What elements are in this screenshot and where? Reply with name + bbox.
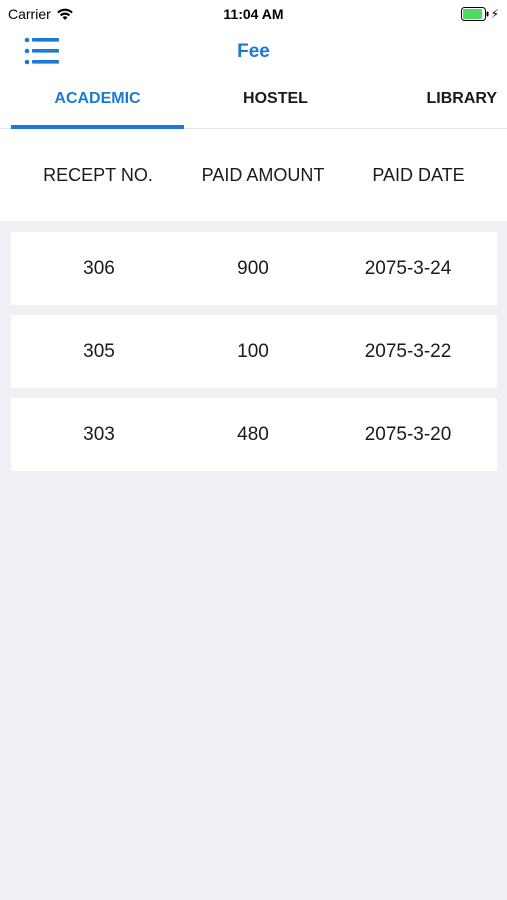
paid-date: 2075-3-22	[364, 340, 452, 362]
table-header: RECEPT NO. PAID AMOUNT PAID DATE	[0, 129, 507, 221]
paid-date: 2075-3-20	[364, 423, 452, 445]
header-receipt-no: RECEPT NO.	[43, 164, 153, 185]
paid-amount: 100	[237, 340, 269, 362]
paid-amount: 900	[237, 257, 269, 279]
status-time: 11:04 AM	[223, 6, 284, 22]
active-tab-indicator	[11, 125, 184, 129]
paid-date: 2075-3-24	[364, 257, 452, 279]
battery-indicator: ⚡	[460, 7, 499, 21]
table-row[interactable]: 306 900 2075-3-24	[11, 232, 497, 305]
battery-charging-icon	[460, 7, 489, 21]
receipt-number: 303	[83, 423, 115, 445]
charging-bolt-icon: ⚡	[490, 7, 499, 21]
receipt-number: 305	[83, 340, 115, 362]
nav-bar: Fee	[0, 30, 507, 72]
tab-bar: ACADEMIC HOSTEL LIBRARY	[0, 72, 507, 129]
menu-list-icon[interactable]	[24, 36, 60, 66]
receipt-number: 306	[83, 257, 115, 279]
tab-library[interactable]: LIBRARY	[367, 72, 507, 126]
header-paid-amount: PAID AMOUNT	[201, 164, 325, 185]
page-title: Fee	[237, 41, 270, 62]
paid-amount: 480	[237, 423, 269, 445]
header-area: Carrier 11:04 AM ⚡ Fee ACADEMIC HOSTEL L…	[0, 0, 507, 221]
fee-list: 306 900 2075-3-24 305 100 2075-3-22 303 …	[0, 221, 507, 471]
table-row[interactable]: 305 100 2075-3-22	[11, 315, 497, 388]
status-bar: Carrier 11:04 AM ⚡	[0, 0, 507, 30]
table-row[interactable]: 303 480 2075-3-20	[11, 398, 497, 471]
tab-academic[interactable]: ACADEMIC	[11, 72, 184, 126]
tab-hostel[interactable]: HOSTEL	[189, 72, 362, 126]
header-paid-date: PAID DATE	[372, 164, 465, 185]
